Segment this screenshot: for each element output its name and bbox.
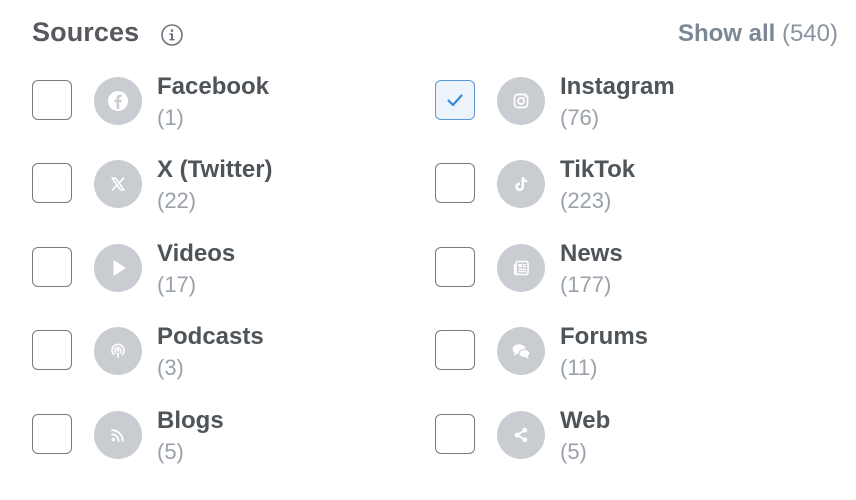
- source-option-instagram[interactable]: Instagram (76): [435, 73, 815, 137]
- source-name: Videos: [157, 240, 236, 267]
- checkmark-icon: [447, 94, 463, 107]
- source-name: Podcasts: [157, 323, 264, 350]
- source-count: (177): [560, 272, 612, 297]
- source-count: (76): [560, 105, 600, 130]
- show-all-link[interactable]: Show all (540): [678, 20, 838, 48]
- show-all-label: Show all: [677, 20, 776, 47]
- chat-bubbles-icon: [497, 327, 545, 375]
- source-option-blogs[interactable]: Blogs (5): [32, 407, 412, 471]
- x-twitter-icon: [94, 160, 142, 208]
- source-name: X (Twitter): [157, 156, 273, 183]
- checkbox[interactable]: [32, 247, 72, 287]
- checkbox[interactable]: [32, 414, 72, 454]
- source-count: (11): [560, 355, 598, 380]
- source-count: (17): [157, 272, 197, 297]
- source-count: (3): [157, 355, 184, 380]
- source-count: (5): [560, 439, 587, 464]
- source-name: Web: [560, 407, 611, 434]
- newspaper-icon: [497, 244, 545, 292]
- source-option-videos[interactable]: Videos (17): [32, 240, 412, 304]
- source-name: Forums: [560, 323, 649, 350]
- facebook-icon: [94, 77, 142, 125]
- source-name: News: [560, 240, 623, 267]
- source-option-facebook[interactable]: Facebook (1): [32, 73, 412, 137]
- checkbox[interactable]: [435, 247, 475, 287]
- sources-title: Sources: [32, 17, 140, 47]
- source-option-web[interactable]: Web (5): [435, 407, 815, 471]
- show-all-count: (540): [781, 20, 838, 47]
- checkbox[interactable]: [435, 330, 475, 370]
- sources-filter-panel: Sources Show all (540) Facebook (1) Inst…: [0, 0, 856, 500]
- instagram-icon: [497, 77, 545, 125]
- source-count: (5): [157, 439, 184, 464]
- source-option-podcasts[interactable]: Podcasts (3): [32, 323, 412, 387]
- source-count: (1): [157, 105, 184, 130]
- sources-header: Sources Show all (540): [32, 14, 838, 54]
- share-icon: [497, 411, 545, 459]
- source-name: Facebook: [157, 73, 270, 100]
- play-icon: [94, 244, 142, 292]
- info-icon[interactable]: [160, 23, 184, 47]
- source-count: (22): [157, 188, 197, 213]
- source-option-news[interactable]: News (177): [435, 240, 815, 304]
- checkbox[interactable]: [435, 414, 475, 454]
- source-name: TikTok: [560, 156, 636, 183]
- source-option-tiktok[interactable]: TikTok (223): [435, 156, 815, 220]
- source-option-x-twitter[interactable]: X (Twitter) (22): [32, 156, 412, 220]
- rss-icon: [94, 411, 142, 459]
- checkbox[interactable]: [32, 80, 72, 120]
- source-count: (223): [560, 188, 612, 213]
- source-option-forums[interactable]: Forums (11): [435, 323, 815, 387]
- source-name: Instagram: [560, 73, 675, 100]
- checkbox[interactable]: [32, 330, 72, 370]
- podcast-icon: [94, 327, 142, 375]
- checkbox-checked[interactable]: [435, 80, 475, 120]
- tiktok-icon: [497, 160, 545, 208]
- checkbox[interactable]: [32, 163, 72, 203]
- checkbox[interactable]: [435, 163, 475, 203]
- source-name: Blogs: [157, 407, 224, 434]
